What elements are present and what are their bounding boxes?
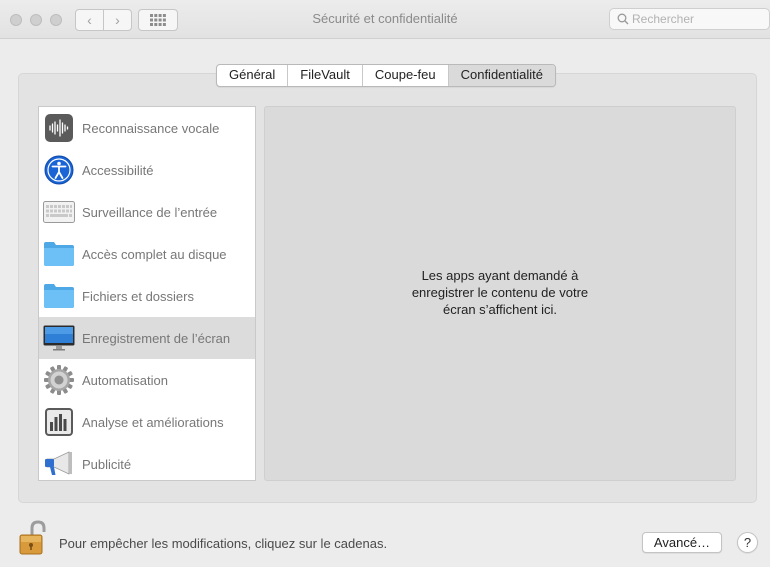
list-item-label: Accessibilité (82, 162, 154, 178)
list-item-full-disk-access[interactable]: Accès complet au disque (39, 233, 255, 275)
list-item-analytics[interactable]: Analyse et améliorations (39, 401, 255, 443)
megaphone-icon (45, 451, 72, 475)
lock-open-icon (19, 520, 46, 555)
list-item-accessibility[interactable]: Accessibilité (39, 149, 255, 191)
lock-button[interactable] (18, 520, 52, 556)
list-item-input-monitoring[interactable]: Surveillance de l’entrée (39, 191, 255, 233)
tab-general[interactable]: Général (217, 65, 287, 86)
empty-state-line: Les apps ayant demandé à (421, 268, 579, 283)
tab-privacy[interactable]: Confidentialité (447, 65, 555, 86)
tab-filevault[interactable]: FileVault (287, 65, 362, 86)
list-item-speech-recognition[interactable]: Reconnaissance vocale (39, 107, 255, 149)
list-item-automation[interactable]: Automatisation (39, 359, 255, 401)
list-item-label: Fichiers et dossiers (82, 288, 194, 304)
list-item-label: Surveillance de l’entrée (82, 204, 218, 220)
search-field[interactable] (609, 8, 770, 30)
lock-instructions: Pour empêcher les modifications, cliquez… (59, 536, 388, 551)
empty-state-line: enregistrer le contenu de votre (411, 285, 589, 300)
display-icon (43, 325, 75, 351)
folder-icon (44, 242, 74, 266)
list-item-label: Analyse et améliorations (82, 414, 224, 430)
waveform-icon (45, 114, 73, 142)
search-icon (617, 13, 629, 25)
tab-firewall[interactable]: Coupe-feu (361, 65, 448, 86)
list-item-screen-recording[interactable]: Enregistrement de l’écran (39, 317, 255, 359)
empty-state-line: écran s’affichent ici. (443, 302, 557, 317)
list-item-advertising[interactable]: Publicité (39, 443, 255, 485)
search-input[interactable] (632, 11, 762, 27)
app-permissions-panel: Les apps ayant demandé à enregistrer le … (264, 106, 736, 481)
help-button[interactable]: ? (737, 532, 758, 553)
empty-state-message: Les apps ayant demandé à enregistrer le … (265, 267, 735, 318)
privacy-category-list[interactable]: Reconnaissance vocale Accessibilité Surv… (38, 106, 256, 481)
list-item-label: Reconnaissance vocale (82, 120, 220, 136)
list-item-files-and-folders[interactable]: Fichiers et dossiers (39, 275, 255, 317)
keyboard-icon (43, 201, 75, 223)
list-item-label: Publicité (82, 456, 132, 472)
list-item-label: Enregistrement de l’écran (82, 330, 231, 346)
gear-icon (44, 365, 74, 395)
accessibility-icon (44, 155, 74, 185)
list-item-label: Accès complet au disque (82, 246, 227, 262)
folder-icon (44, 284, 74, 308)
title-bar: ‹ › Sécurité et confidentialité (0, 0, 770, 39)
list-item-label: Automatisation (82, 372, 168, 388)
advanced-button[interactable]: Avancé… (642, 532, 722, 553)
bar-chart-icon (45, 408, 73, 436)
tab-bar: Général FileVault Coupe-feu Confidential… (216, 64, 556, 87)
